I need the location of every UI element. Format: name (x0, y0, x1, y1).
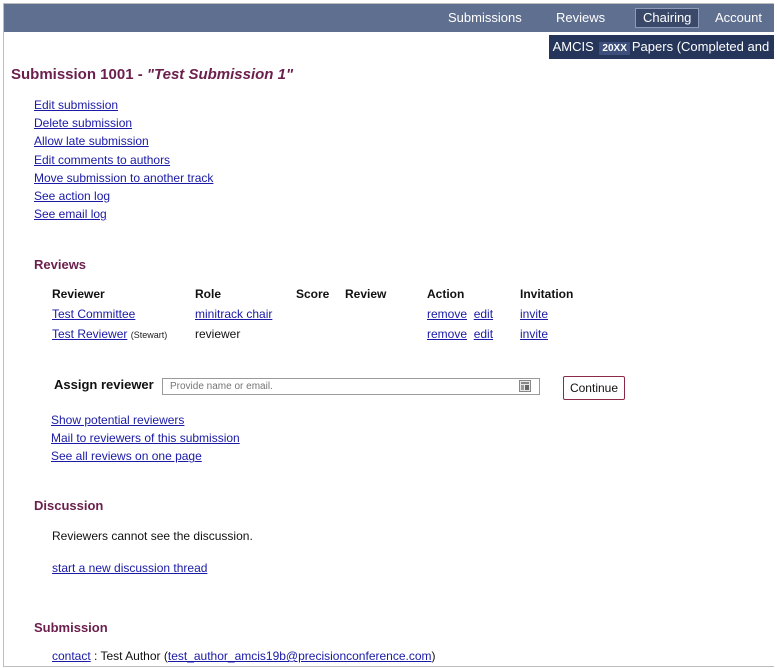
new-discussion-thread-link[interactable]: start a new discussion thread (52, 561, 207, 575)
continue-button[interactable]: Continue (563, 376, 625, 400)
contact-close: ) (431, 649, 436, 663)
assign-reviewer-input[interactable] (162, 378, 540, 395)
move-submission-link[interactable]: Move submission to another track (34, 169, 213, 187)
allow-late-submission-link[interactable]: Allow late submission (34, 132, 213, 150)
score-cell (296, 324, 345, 344)
nav-reviews[interactable]: Reviews (556, 4, 605, 32)
edit-comments-link[interactable]: Edit comments to authors (34, 151, 213, 169)
col-action: Action (427, 287, 465, 301)
mail-reviewers-link[interactable]: Mail to reviewers of this submission (51, 429, 240, 447)
title-submission-name: "Test Submission 1" (146, 66, 294, 83)
reviewer-link[interactable]: Test Committee (52, 307, 135, 321)
nav-account[interactable]: Account (715, 4, 762, 32)
table-row: Test Reviewer (Stewart) reviewer remove … (52, 324, 590, 344)
track-prefix: AMCIS (552, 39, 594, 54)
reviewer-link[interactable]: Test Reviewer (52, 327, 127, 341)
col-review: Review (345, 287, 387, 301)
reviews-table: Reviewer Role Score Review Action Invita… (52, 284, 590, 344)
assign-reviewer-label: Assign reviewer (54, 377, 154, 392)
col-role: Role (195, 287, 222, 301)
contact-link[interactable]: contact (52, 649, 91, 663)
invite-reviewer-link[interactable]: invite (520, 307, 548, 321)
table-row: Test Committee minitrack chair remove ed… (52, 304, 590, 324)
track-selector[interactable]: AMCIS 20XX Papers (Completed and ... (549, 35, 774, 59)
edit-reviewer-link[interactable]: edit (474, 307, 493, 321)
reviews-header-row: Reviewer Role Score Review Action Invita… (52, 284, 590, 304)
submission-heading: Submission (34, 620, 108, 635)
invite-reviewer-link[interactable]: invite (520, 327, 548, 341)
author-email-link[interactable]: test_author_amcis19b@precisionconference… (168, 649, 432, 663)
remove-reviewer-link[interactable]: remove (427, 307, 467, 321)
see-action-log-link[interactable]: See action log (34, 187, 213, 205)
page-title: Submission 1001 - "Test Submission 1" (11, 66, 293, 83)
contact-card-icon[interactable] (519, 380, 531, 392)
review-cell (345, 304, 427, 324)
top-nav: Submissions Reviews Chairing Account (4, 4, 774, 32)
edit-reviewer-link[interactable]: edit (474, 327, 493, 341)
reviewer-links: Show potential reviewers Mail to reviewe… (51, 411, 240, 466)
author-name: : Test Author ( (90, 649, 168, 663)
col-invitation: Invitation (520, 287, 574, 301)
see-email-log-link[interactable]: See email log (34, 205, 213, 223)
title-prefix: Submission 1001 - (11, 66, 147, 83)
score-cell (296, 304, 345, 324)
page-frame: Submissions Reviews Chairing Account AMC… (3, 3, 774, 667)
col-reviewer: Reviewer (52, 287, 105, 301)
track-name: Papers (Completed and ... (631, 39, 774, 54)
see-all-reviews-link[interactable]: See all reviews on one page (51, 447, 240, 465)
year-badge: 20XX (599, 42, 630, 55)
role-link[interactable]: minitrack chair (195, 307, 272, 321)
delete-submission-link[interactable]: Delete submission (34, 114, 213, 132)
nav-chairing[interactable]: Chairing (635, 8, 700, 28)
show-potential-reviewers-link[interactable]: Show potential reviewers (51, 411, 240, 429)
reviewer-note: (Stewart) (130, 330, 168, 340)
submission-contact: contact : Test Author (test_author_amcis… (52, 649, 436, 663)
edit-submission-link[interactable]: Edit submission (34, 96, 213, 114)
col-score: Score (296, 287, 330, 301)
reviews-heading: Reviews (34, 257, 87, 272)
discussion-note: Reviewers cannot see the discussion. (52, 529, 253, 543)
submission-actions: Edit submission Delete submission Allow … (34, 96, 213, 223)
discussion-heading: Discussion (34, 498, 104, 513)
review-cell (345, 324, 427, 344)
nav-submissions[interactable]: Submissions (448, 4, 522, 32)
role-text: reviewer (195, 327, 241, 341)
remove-reviewer-link[interactable]: remove (427, 327, 467, 341)
